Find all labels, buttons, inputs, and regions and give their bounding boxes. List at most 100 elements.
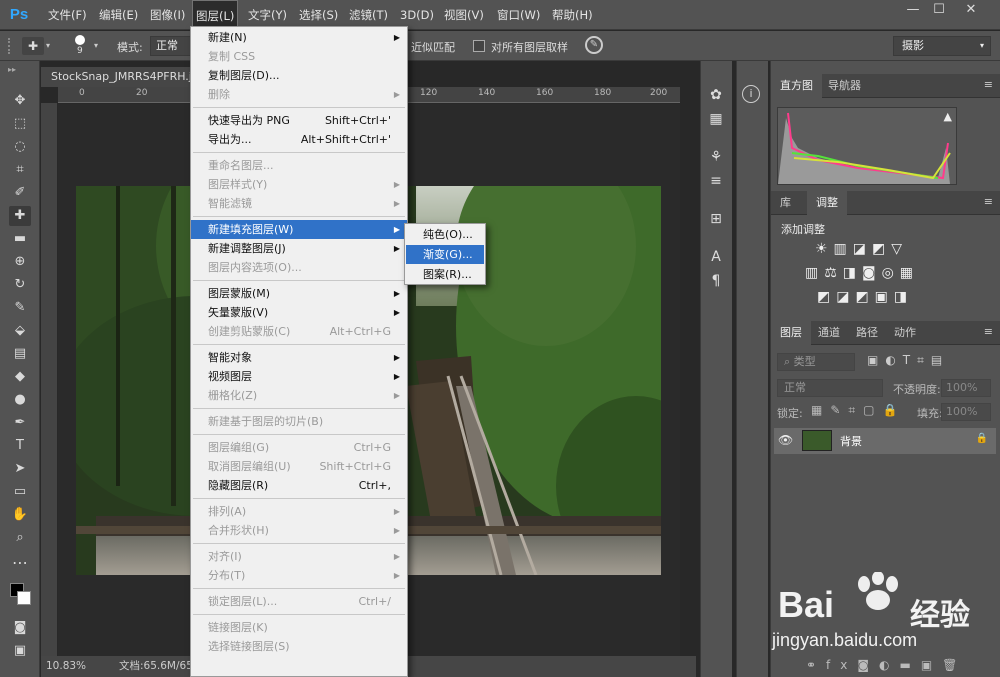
move-tool-icon[interactable]: ✥ <box>9 91 31 111</box>
menu-view[interactable]: 视图(V) <box>441 0 487 30</box>
gradient-tool-icon[interactable]: ▤ <box>9 344 31 364</box>
panel-menu-icon[interactable]: ≡ <box>984 325 993 338</box>
edit-toolbar-icon[interactable]: ⋯ <box>9 553 31 573</box>
menu-item[interactable]: 智能滤镜 ▶ <box>191 194 407 213</box>
menu-edit[interactable]: 编辑(E) <box>96 0 141 30</box>
pressure-icon[interactable]: ✎ <box>585 36 603 54</box>
blur-tool-icon[interactable]: ◆ <box>9 367 31 387</box>
text-tool-icon[interactable]: T <box>9 436 31 456</box>
menu-item[interactable]: 新建(N) ▶ <box>191 28 407 47</box>
submenu-item[interactable]: 纯色(O)... <box>406 225 484 244</box>
dodge-tool-icon[interactable]: ● <box>9 390 31 410</box>
menu-item[interactable]: 选择链接图层(S) <box>191 637 407 656</box>
menu-item[interactable]: 图层样式(Y) ▶ <box>191 175 407 194</box>
brush-settings-icon[interactable]: ≡ <box>705 171 727 191</box>
menu-item[interactable]: 复制 CSS <box>191 47 407 66</box>
swatches-panel-icon[interactable]: ▦ <box>705 109 727 129</box>
spot-healing-brush-icon[interactable]: ✚ <box>22 37 44 55</box>
sample-all-layers-checkbox[interactable] <box>473 40 485 52</box>
menu-item[interactable]: 删除 ▶ <box>191 85 407 104</box>
menu-item[interactable]: 重命名图层... <box>191 156 407 175</box>
layer-filter-icons[interactable]: ▣◐T⌗▤ <box>867 353 949 368</box>
hand-tool-icon[interactable]: ✋ <box>9 505 31 525</box>
menu-item[interactable]: 创建剪贴蒙版(C) Alt+Ctrl+G <box>191 322 407 341</box>
fill-field[interactable]: 100% <box>941 403 991 421</box>
mode-select[interactable]: 正常 <box>150 36 192 56</box>
menu-item[interactable]: 合并形状(H) ▶ <box>191 521 407 540</box>
adjust-icons-row3[interactable]: ◩◪◩▣◨ <box>817 289 913 305</box>
warning-icon[interactable]: ▲ <box>944 110 952 123</box>
menu-item[interactable]: 新建填充图层(W) ▶ <box>191 220 407 239</box>
menu-window[interactable]: 窗口(W) <box>494 0 543 30</box>
paragraph-panel-icon[interactable]: ¶ <box>705 271 727 291</box>
tab-paths[interactable]: 路径 <box>847 321 887 345</box>
stamp-tool-icon[interactable]: ⊕ <box>9 252 31 272</box>
restore-button[interactable]: ☐ <box>924 0 954 22</box>
menu-item[interactable]: 锁定图层(L)... Ctrl+/ <box>191 592 407 611</box>
collapse-icon[interactable]: ▸▸ <box>8 65 16 74</box>
path-select-tool-icon[interactable]: ➤ <box>9 459 31 479</box>
panel-menu-icon[interactable]: ≡ <box>984 78 993 91</box>
paint-bucket-tool-icon[interactable]: ⬙ <box>9 321 31 341</box>
menu-item[interactable]: 新建调整图层(J) ▶ <box>191 239 407 258</box>
tab-actions[interactable]: 动作 <box>885 321 925 345</box>
close-button[interactable]: ✕ <box>956 0 986 22</box>
menu-item[interactable]: 视频图层 ▶ <box>191 367 407 386</box>
character-panel-icon[interactable]: A <box>705 247 727 267</box>
tab-adjustments[interactable]: 调整 <box>807 191 847 215</box>
brush-panel-icon[interactable]: ⚘ <box>705 147 727 167</box>
color-panel-icon[interactable]: ✿ <box>705 85 727 105</box>
adjust-icons-row2[interactable]: ▥⚖◨◙◎▦ <box>805 265 919 281</box>
menu-item[interactable]: 对齐(I) ▶ <box>191 547 407 566</box>
menu-item[interactable]: 隐藏图层(R) Ctrl+, <box>191 476 407 495</box>
menu-item[interactable]: 取消图层编组(U) Shift+Ctrl+G <box>191 457 407 476</box>
approx-match-option[interactable]: 近似匹配 <box>411 39 455 55</box>
menu-item[interactable]: 图层蒙版(M) ▶ <box>191 284 407 303</box>
tab-layers[interactable]: 图层 <box>771 321 811 345</box>
tab-histogram[interactable]: 直方图 <box>771 74 822 98</box>
clone-source-icon[interactable]: ⊞ <box>705 209 727 229</box>
eraser-tool-icon[interactable]: ✎ <box>9 298 31 318</box>
menu-item[interactable]: 矢量蒙版(V) ▶ <box>191 303 407 322</box>
tab-libraries[interactable]: 库 <box>771 191 800 215</box>
menu-item[interactable]: 链接图层(K) <box>191 618 407 637</box>
layer-filter-select[interactable]: ⌕ 类型 <box>777 353 855 371</box>
menu-item[interactable]: 导出为... Alt+Shift+Ctrl+' <box>191 130 407 149</box>
menu-item[interactable]: 图层内容选项(O)... <box>191 258 407 277</box>
pen-tool-icon[interactable]: ✒ <box>9 413 31 433</box>
lock-icons[interactable]: ▦✎⌗▢🔒 <box>811 403 905 418</box>
marquee-tool-icon[interactable]: ⬚ <box>9 114 31 134</box>
menu-item[interactable]: 智能对象 ▶ <box>191 348 407 367</box>
background-color-swatch[interactable] <box>17 591 31 605</box>
menu-item[interactable]: 复制图层(D)... <box>191 66 407 85</box>
brush-preview-icon[interactable] <box>75 35 85 45</box>
healing-brush-tool-icon[interactable]: ✚ <box>9 206 31 226</box>
menu-item[interactable]: 分布(T) ▶ <box>191 566 407 585</box>
chevron-down-icon[interactable]: ▾ <box>94 41 98 50</box>
menu-item[interactable]: 排列(A) ▶ <box>191 502 407 521</box>
info-panel-icon[interactable]: i <box>742 85 760 103</box>
menu-image[interactable]: 图像(I) <box>147 0 188 30</box>
layer-row-background[interactable]: 👁 背景 🔒 <box>774 428 996 454</box>
workspace-select[interactable]: 摄影 ▾ <box>893 36 991 56</box>
eye-icon[interactable]: 👁 <box>778 433 793 447</box>
lasso-tool-icon[interactable]: ◌ <box>9 137 31 157</box>
chevron-down-icon[interactable]: ▾ <box>46 41 50 50</box>
layer-bottom-icons[interactable]: ⚭fx◙◐▬▣🗑 <box>806 658 967 672</box>
eyedropper-tool-icon[interactable]: ✐ <box>9 183 31 203</box>
menu-help[interactable]: 帮助(H) <box>549 0 596 30</box>
tab-navigator[interactable]: 导航器 <box>819 74 870 98</box>
quick-mask-icon[interactable]: ◙ <box>9 618 31 638</box>
menu-item[interactable]: 快速导出为 PNG Shift+Ctrl+' <box>191 111 407 130</box>
blend-mode-select[interactable]: 正常 <box>777 379 883 397</box>
menu-item[interactable]: 栅格化(Z) ▶ <box>191 386 407 405</box>
menu-item[interactable]: 图层编组(G) Ctrl+G <box>191 438 407 457</box>
brush-tool-icon[interactable]: ▬ <box>9 229 31 249</box>
menu-file[interactable]: 文件(F) <box>45 0 90 30</box>
adjust-icons-row1[interactable]: ☀▥◪◩▽ <box>815 241 908 257</box>
crop-tool-icon[interactable]: ⌗ <box>9 160 31 180</box>
screen-mode-icon[interactable]: ▣ <box>9 641 31 661</box>
shape-tool-icon[interactable]: ▭ <box>9 482 31 502</box>
history-brush-tool-icon[interactable]: ↻ <box>9 275 31 295</box>
document-tab[interactable]: StockSnap_JMRRS4PFRH.jpg <box>41 67 191 87</box>
